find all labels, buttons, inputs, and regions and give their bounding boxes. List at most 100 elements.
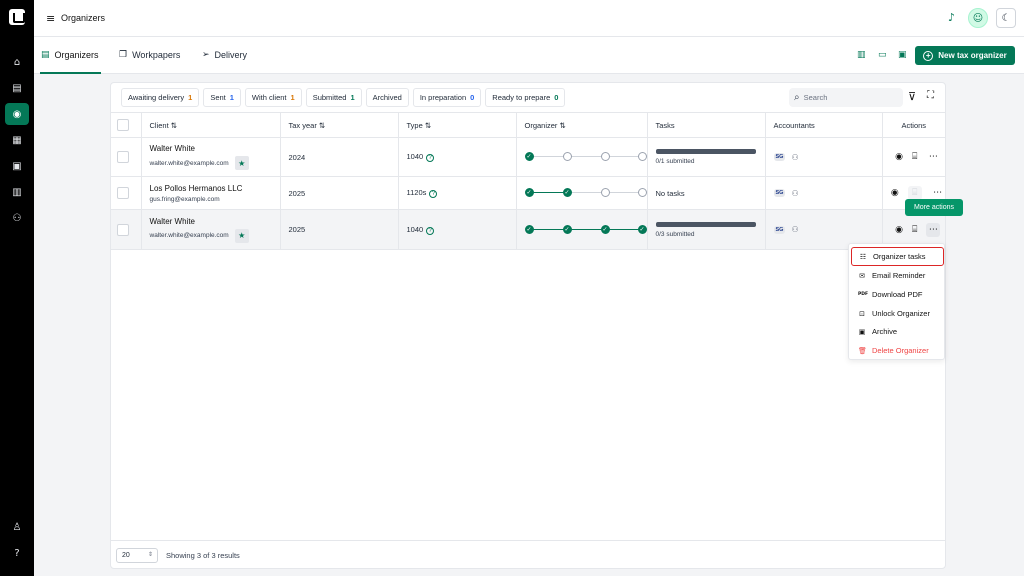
more-actions-button[interactable]: ⋯ (926, 150, 940, 164)
filter-with-client[interactable]: With client 1 (244, 88, 302, 107)
page-title: Organizers (61, 13, 106, 23)
tab-delivery[interactable]: ➢ Delivery (202, 50, 247, 60)
tab-workpapers[interactable]: ❐ Workpapers (119, 50, 180, 60)
row-checkbox[interactable] (117, 151, 129, 163)
assign-user-icon[interactable]: ⚇ (791, 189, 798, 198)
app-logo[interactable] (9, 9, 25, 25)
clipboard-icon: ▤ (41, 50, 50, 60)
menu-item-download-pdf[interactable]: PDF Download PDF (851, 285, 944, 304)
menu-item-delete-organizer[interactable]: 🗑 Delete Organizer (851, 341, 944, 360)
step-pending-icon (562, 152, 572, 161)
page-size-select[interactable]: 20 ⇕ (116, 548, 158, 563)
organizer-progress: ✓ (524, 152, 647, 162)
clipboard-nav-icon[interactable]: ▤ (5, 77, 29, 99)
chip-count: 1 (350, 93, 355, 102)
archive-box-icon[interactable]: ▣ (898, 50, 907, 60)
chip-count: 1 (188, 93, 193, 102)
pdf-icon: PDF (858, 292, 869, 297)
client-name[interactable]: Walter White (150, 217, 280, 226)
more-actions-menu: ☷ Organizer tasks ✉ Email Reminder PDF D… (848, 243, 945, 360)
account-icon[interactable]: ♙ (5, 516, 29, 538)
filter-archived[interactable]: Archived (365, 88, 409, 107)
filter-ready-to-prepare[interactable]: Ready to prepare 0 (485, 88, 566, 107)
client-email: walter.white@example.com (149, 232, 229, 239)
table-row[interactable]: Walter White walter.white@example.com ★ 2… (111, 209, 945, 250)
tasks-cell: 0/3 submitted (647, 209, 766, 250)
type-value: 1040 (406, 224, 424, 234)
assign-user-icon[interactable]: ⚇ (791, 225, 798, 234)
menu-item-email-reminder[interactable]: ✉ Email Reminder (851, 266, 944, 285)
help-circle-icon[interactable]: ? (429, 190, 438, 198)
file-nav-icon[interactable]: ▥ (5, 181, 29, 203)
tax-year-cell: 2025 (280, 176, 399, 210)
table-row[interactable]: Los Pollos Hermanos LLC gus.fring@exampl… (111, 176, 945, 210)
menu-item-label: Unlock Organizer (872, 309, 930, 318)
help-circle-icon[interactable]: ? (426, 154, 435, 162)
chart-icon[interactable]: ▥ (857, 50, 866, 60)
dark-mode-toggle-icon[interactable]: ☾ (996, 8, 1016, 28)
users-nav-icon[interactable]: ⚇ (5, 207, 29, 229)
menu-item-archive[interactable]: ▣ Archive (851, 322, 944, 341)
button-label: New tax organizer (938, 51, 1007, 60)
filter-sent[interactable]: Sent 1 (203, 88, 241, 107)
chip-label: In preparation (419, 93, 467, 102)
select-all-checkbox[interactable] (117, 119, 129, 131)
search-input[interactable]: ⌕ Search (789, 88, 903, 107)
accountant-badge: SG (773, 153, 786, 161)
briefcase-nav-icon[interactable]: ▣ (5, 155, 29, 177)
filter-submitted[interactable]: Submitted 1 (305, 88, 362, 107)
accountant-badge: SG (773, 189, 786, 197)
client-name[interactable]: Los Pollos Hermanos LLC (150, 184, 280, 193)
column-header-tasks: Tasks (647, 112, 766, 138)
tasks-status: 0/3 submitted (655, 230, 695, 238)
accountants-cell: SG ⚇ (765, 137, 883, 177)
eye-icon[interactable]: ◉ (895, 225, 903, 235)
row-checkbox[interactable] (117, 223, 129, 236)
column-header-client[interactable]: Client ⇅ (141, 112, 281, 138)
table-row[interactable]: Walter White walter.white@example.com ★ 2… (111, 137, 945, 177)
more-actions-button[interactable]: ⋯ (931, 186, 945, 200)
tab-organizers[interactable]: ▤ Organizers (41, 50, 99, 60)
chip-count: 1 (290, 93, 295, 102)
folder-move-icon[interactable]: ⌸ (912, 225, 917, 235)
eye-icon[interactable]: ◉ (895, 152, 903, 162)
client-name[interactable]: Walter White (150, 144, 280, 153)
eye-icon[interactable]: ◉ (891, 188, 899, 198)
table-footer: 20 ⇕ Showing 3 of 3 results (111, 540, 945, 569)
chip-count: 0 (554, 93, 559, 102)
menu-item-unlock-organizer[interactable]: ⊡ Unlock Organizer (851, 304, 944, 323)
more-actions-button[interactable]: ⋯ (926, 222, 941, 237)
help-icon[interactable]: ? (5, 542, 29, 564)
avatar[interactable]: ☺ (968, 8, 988, 28)
client-email: gus.fring@example.com (149, 195, 220, 203)
column-header-type[interactable]: Type ⇅ (398, 112, 517, 138)
row-checkbox[interactable] (117, 187, 129, 199)
column-header-actions: Actions (882, 112, 945, 138)
step-pending-icon (637, 152, 647, 161)
column-header-organizer[interactable]: Organizer ⇅ (516, 112, 648, 138)
hamburger-menu-icon[interactable]: ≡ (46, 12, 55, 25)
expand-icon[interactable]: ⛶ (927, 90, 934, 101)
status-filters: Awaiting delivery 1 Sent 1 With client 1 Su… (121, 88, 566, 107)
organizer-progress: ✓ ✓ (524, 188, 647, 198)
bell-icon[interactable]: ♪ (948, 11, 955, 24)
home-icon[interactable]: ⌂ (5, 51, 29, 73)
help-circle-icon[interactable]: ? (426, 226, 435, 235)
menu-item-organizer-tasks[interactable]: ☷ Organizer tasks (851, 247, 944, 266)
monitor-icon[interactable]: ▭ (878, 50, 887, 60)
organizers-nav-icon[interactable]: ◉ (5, 103, 29, 125)
organizers-card: Awaiting delivery 1 Sent 1 With client 1 Su… (110, 82, 946, 569)
assign-user-icon[interactable]: ⚇ (791, 153, 798, 162)
new-tax-organizer-button[interactable]: + New tax organizer (915, 46, 1015, 65)
star-icon[interactable]: ★ (234, 228, 249, 243)
folder-move-icon[interactable]: ⌸ (912, 152, 917, 162)
star-icon[interactable]: ★ (234, 156, 249, 170)
documents-nav-icon[interactable]: ▦ (5, 129, 29, 151)
filter-awaiting-delivery[interactable]: Awaiting delivery 1 (121, 88, 200, 107)
folder-move-icon[interactable]: ⌸ (907, 186, 922, 200)
tab-label: Organizers (54, 50, 99, 60)
client-cell: Walter White walter.white@example.com ★ (141, 137, 281, 177)
filter-icon[interactable]: ⊽ (908, 90, 916, 103)
column-header-tax-year[interactable]: Tax year ⇅ (280, 112, 399, 138)
filter-in-preparation[interactable]: In preparation 0 (412, 88, 482, 107)
